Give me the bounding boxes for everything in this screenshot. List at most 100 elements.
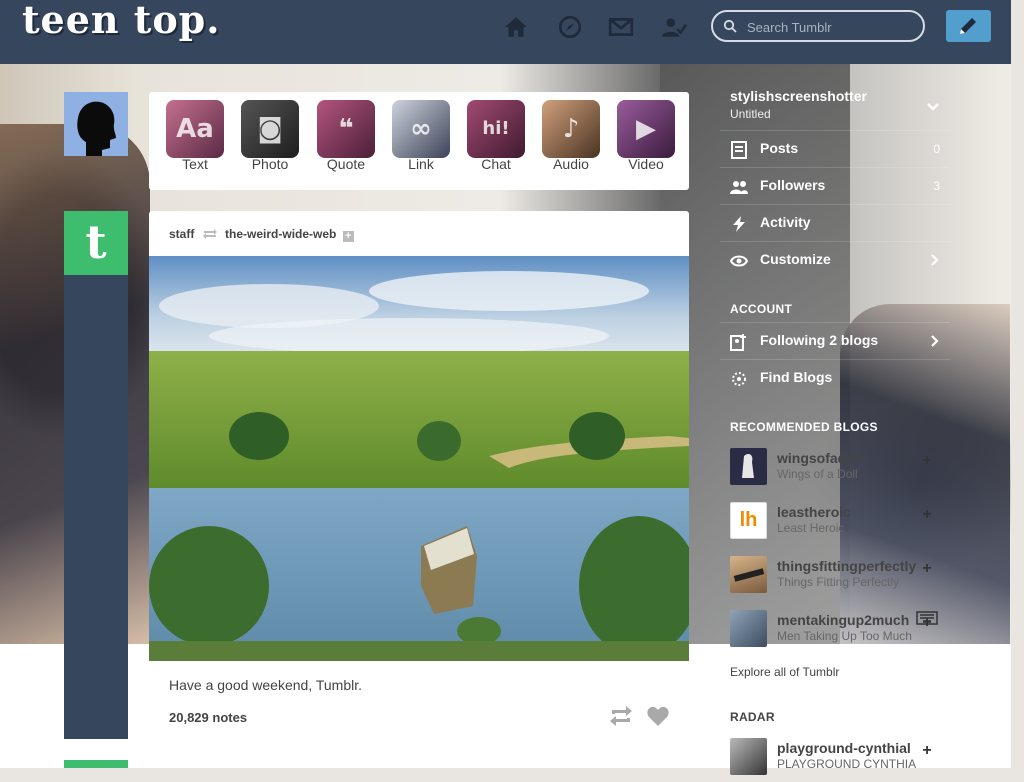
post-type-label: Chat — [481, 156, 511, 172]
sidebar-item-following[interactable]: Following 2 blogs — [720, 322, 950, 359]
post-video-button[interactable]: ▶ Video — [617, 100, 675, 172]
account-icon[interactable] — [661, 14, 688, 40]
follow-plus-icon[interactable]: + — [920, 453, 934, 469]
explore-icon[interactable] — [557, 14, 583, 40]
post-chat-button[interactable]: hi! Chat — [467, 100, 525, 172]
photo-type-icon: ◙ — [241, 100, 299, 158]
sidebar-item-label: Activity — [760, 214, 811, 230]
blog-avatar — [730, 738, 767, 775]
reblog-small-icon — [202, 229, 217, 239]
chevron-down-icon[interactable] — [926, 100, 940, 114]
chevron-right-icon — [931, 335, 939, 347]
pencil-icon — [960, 18, 976, 34]
sidebar-blog-title: Untitled — [730, 107, 771, 121]
sidebar-item-label: Posts — [760, 140, 799, 156]
user-avatar[interactable] — [64, 92, 128, 156]
staff-avatar[interactable]: t — [64, 211, 128, 275]
blog-name[interactable]: thingsfittingperfectly — [777, 558, 917, 574]
sidebar-item-find-blogs[interactable]: Find Blogs — [720, 359, 950, 396]
tumblr-t-icon: t — [85, 215, 107, 269]
sidebar-item-count: 3 — [933, 179, 940, 193]
post-header: staff the-weird-wide-web + — [169, 227, 354, 242]
sidebar-item-count: 0 — [933, 142, 940, 156]
post-link-button[interactable]: ∞ Link — [392, 100, 450, 172]
blog-avatar — [730, 448, 767, 485]
sidebar-item-customize[interactable]: Customize — [720, 241, 950, 278]
recommended-heading: RECOMMENDED BLOGS — [730, 420, 878, 434]
keyboard-icon[interactable] — [916, 611, 938, 625]
next-post-avatar[interactable] — [64, 760, 128, 768]
blog-description: Wings of a Doll — [777, 467, 858, 481]
post-notes-count[interactable]: 20,829 notes — [169, 710, 247, 725]
chat-type-icon: hi! — [467, 100, 525, 158]
link-type-icon: ∞ — [392, 100, 450, 158]
chevron-right-icon — [931, 254, 939, 266]
blog-name[interactable]: leastheroic — [777, 504, 917, 520]
compose-button[interactable] — [946, 10, 991, 42]
find-blogs-icon — [730, 370, 748, 388]
blog-name[interactable]: mentakingup2much — [777, 612, 917, 628]
search-icon — [723, 19, 737, 33]
blog-name[interactable]: playground-cynthial — [777, 740, 917, 756]
post-photo-button[interactable]: ◙ Photo — [241, 100, 299, 172]
post-text-button[interactable]: Aa Text — [166, 100, 224, 172]
top-bar: teen top. — [0, 0, 1011, 64]
reblog-button[interactable] — [609, 705, 633, 727]
home-icon[interactable] — [503, 14, 529, 40]
post-audio-button[interactable]: ♪ Audio — [542, 100, 600, 172]
blog-description: PLAYGROUND CYNTHIA — [777, 757, 917, 771]
sidebar-username[interactable]: stylishscreenshotter — [730, 88, 867, 104]
landscape-gif — [149, 256, 689, 661]
post-photo[interactable] — [149, 256, 689, 661]
dashboard-rail — [64, 212, 128, 739]
inbox-icon[interactable] — [608, 14, 634, 40]
blog-avatar — [730, 610, 767, 647]
activity-icon — [730, 215, 748, 233]
text-type-icon: Aa — [166, 100, 224, 158]
blog-description: Men Taking Up Too Much — [777, 629, 912, 643]
post-author-link[interactable]: staff — [169, 227, 194, 241]
post-type-label: Audio — [553, 156, 589, 172]
post-quote-button[interactable]: ❝ Quote — [317, 100, 375, 172]
blog-avatar — [730, 556, 767, 593]
post-type-label: Quote — [326, 156, 366, 172]
sidebar-item-label: Followers — [760, 177, 826, 193]
explore-link[interactable]: Explore all of Tumblr — [730, 665, 839, 679]
follow-plus-icon[interactable]: + — [920, 507, 934, 523]
reblog-icon — [610, 706, 632, 726]
follow-plus-icon[interactable]: + — [342, 231, 354, 242]
account-heading: ACCOUNT — [730, 302, 793, 316]
follow-plus-icon[interactable]: + — [920, 561, 934, 577]
sidebar-item-label: Following 2 blogs — [760, 332, 879, 348]
posts-icon — [730, 141, 748, 159]
post-type-label: Photo — [251, 156, 289, 172]
sidebar-item-posts[interactable]: Posts 0 — [720, 130, 950, 167]
sidebar-item-activity[interactable]: Activity — [720, 204, 950, 241]
reblog-source-link[interactable]: the-weird-wide-web — [225, 227, 336, 241]
video-type-icon: ▶ — [617, 100, 675, 158]
sidebar-item-followers[interactable]: Followers 3 — [720, 167, 950, 204]
customize-icon — [729, 252, 749, 270]
search-input[interactable] — [745, 16, 919, 38]
recommended-blog[interactable]: mentakingup2much Men Taking Up Too Much … — [720, 602, 950, 654]
radar-heading: RADAR — [730, 710, 775, 724]
post-type-label: Link — [408, 156, 434, 172]
search-box[interactable] — [711, 10, 925, 42]
post-type-label: Text — [182, 156, 208, 172]
post-caption: Have a good weekend, Tumblr. — [169, 677, 363, 693]
blog-logo[interactable]: teen top. — [22, 0, 220, 42]
radar-blog[interactable]: playground-cynthial PLAYGROUND CYNTHIA + — [720, 730, 950, 782]
default-avatar-icon — [64, 92, 128, 156]
recommended-blog[interactable]: thingsfittingperfectly Things Fitting Pe… — [720, 548, 950, 600]
blog-name[interactable]: wingsofadoil — [777, 450, 917, 466]
heart-icon — [647, 706, 669, 726]
follow-plus-icon[interactable]: + — [920, 743, 934, 759]
post-type-bar: Aa Text ◙ Photo ❝ Quote ∞ Link hi! Chat … — [149, 92, 689, 190]
blog-description: Least Heroic — [777, 521, 845, 535]
like-button[interactable] — [646, 705, 670, 727]
sidebar-item-label: Customize — [760, 251, 831, 267]
blog-avatar: lh — [730, 502, 767, 539]
recommended-blog[interactable]: lh leastheroic Least Heroic + — [720, 494, 950, 546]
recommended-blog[interactable]: wingsofadoil Wings of a Doll + — [720, 440, 950, 492]
followers-icon — [730, 178, 748, 196]
